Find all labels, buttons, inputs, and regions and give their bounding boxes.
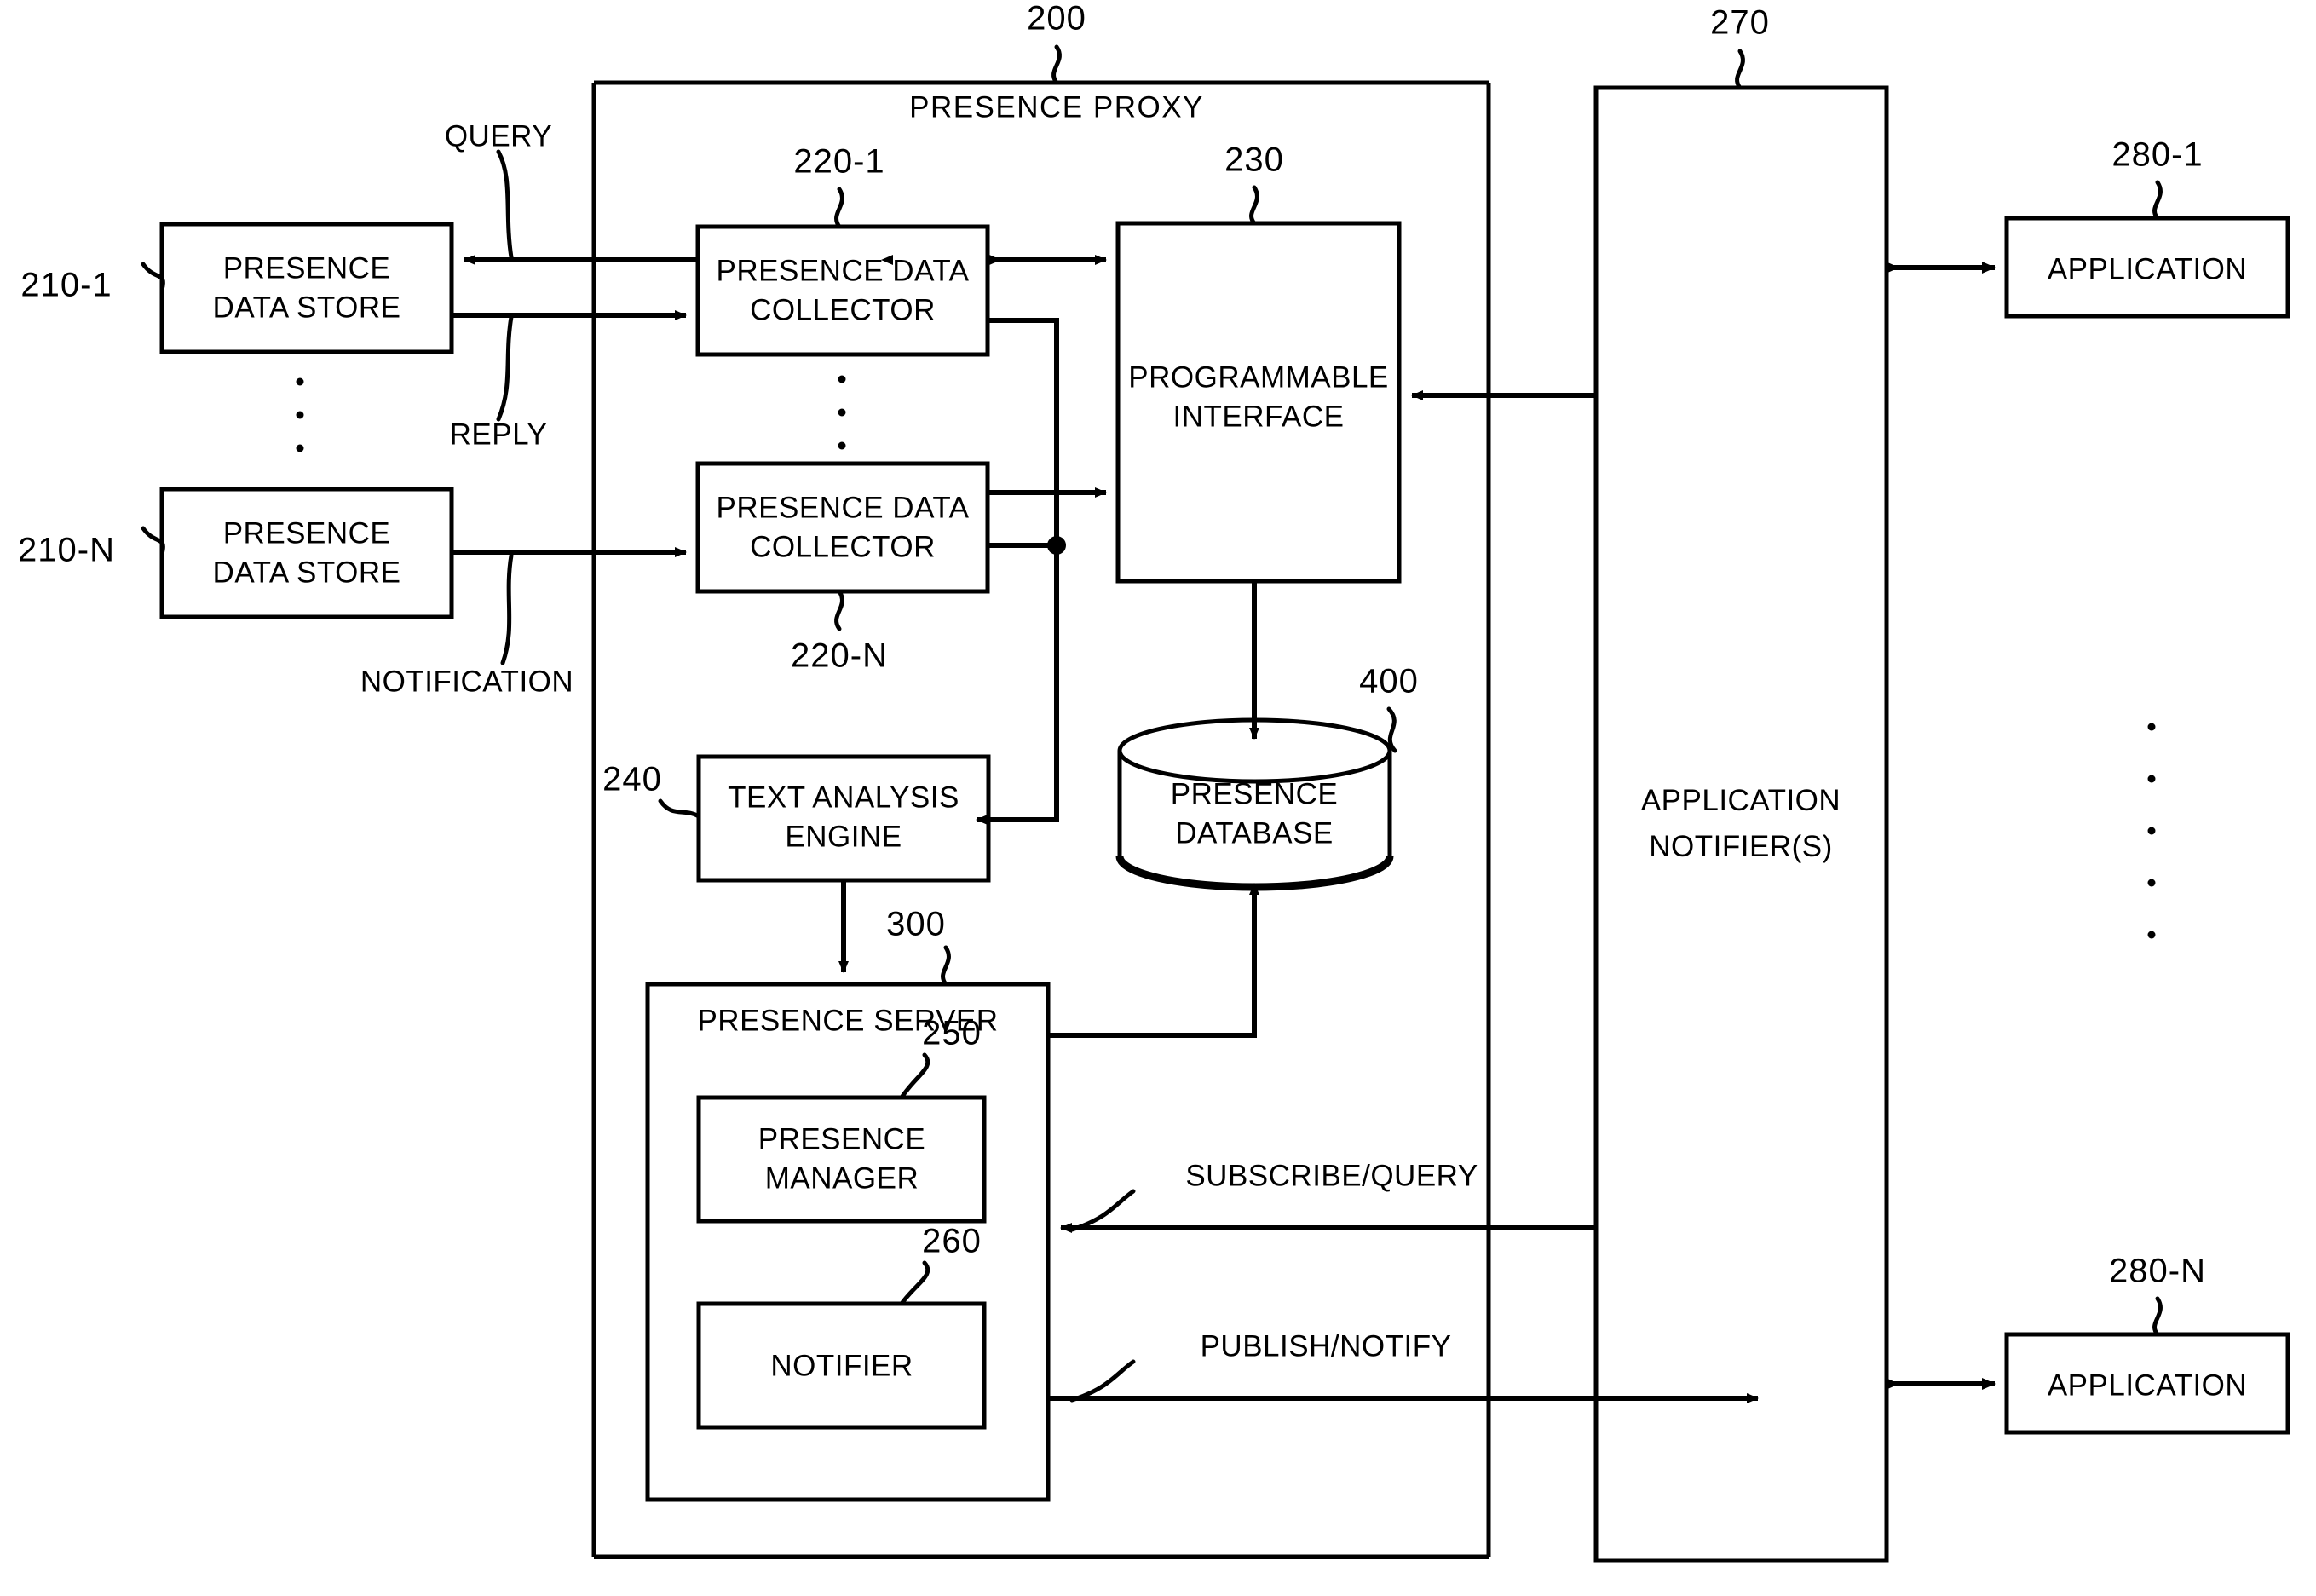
presence-manager-label[interactable]: PRESENCE MANAGER <box>758 1121 926 1198</box>
ref-280-N: 280-N <box>2109 1252 2206 1290</box>
ref-400: 400 <box>1359 662 1419 700</box>
application-n-label[interactable]: APPLICATION <box>2048 1368 2247 1403</box>
diagram-line-layer <box>141 44 2290 1563</box>
application-1-label[interactable]: APPLICATION <box>2048 251 2247 286</box>
leader-240 <box>658 798 701 819</box>
application-notifiers-label[interactable]: APPLICATION NOTIFIER(S) <box>1641 778 1841 871</box>
ref-210-N: 210-N <box>18 531 115 569</box>
presence-proxy-title: PRESENCE PROXY <box>909 90 1204 124</box>
leader-220-1 <box>834 187 844 229</box>
ref-220-N: 220-N <box>791 637 888 675</box>
leader-400 <box>1386 706 1397 753</box>
leader-280-1 <box>2152 180 2163 221</box>
leader-subscribe-query <box>1069 1189 1136 1232</box>
presence-server-border <box>645 982 1051 1502</box>
presence-database-label[interactable]: PRESENCE DATABASE <box>1171 775 1339 853</box>
db-bottom-arc <box>1115 856 1394 891</box>
leader-300 <box>941 945 951 987</box>
ref-200: 200 <box>1027 0 1086 37</box>
notification-label: NOTIFICATION <box>360 665 574 699</box>
leader-230 <box>1249 185 1259 226</box>
query-label: QUERY <box>444 119 553 153</box>
leader-reply <box>496 314 514 422</box>
leader-250 <box>899 1052 930 1100</box>
ref-230: 230 <box>1224 141 1284 179</box>
leader-200 <box>1051 44 1062 85</box>
leader-260 <box>899 1260 930 1306</box>
data-collectors-ellipsis <box>838 375 846 450</box>
ref-300: 300 <box>886 905 946 943</box>
ref-210-1: 210-1 <box>20 266 112 304</box>
text-analysis-engine-label[interactable]: TEXT ANALYSIS ENGINE <box>728 779 959 856</box>
leader-280-N <box>2152 1296 2163 1337</box>
presence-data-collector-1-label[interactable]: PRESENCE DATA COLLECTOR <box>717 252 970 330</box>
leader-publish-notify <box>1069 1359 1136 1403</box>
presence-data-store-n-label[interactable]: PRESENCE DATA STORE <box>213 515 401 592</box>
publish-notify-label: PUBLISH/NOTIFY <box>1200 1329 1452 1363</box>
leader-220-N <box>834 589 844 631</box>
ref-240: 240 <box>602 760 662 798</box>
subscribe-query-label: SUBSCRIBE/QUERY <box>1185 1159 1478 1193</box>
programmable-interface-label[interactable]: PROGRAMMABLE INTERFACE <box>1128 359 1389 436</box>
presence-data-collector-n-label[interactable]: PRESENCE DATA COLLECTOR <box>717 489 970 567</box>
data-stores-ellipsis <box>296 377 304 452</box>
patent-figure-canvas: 200 PRESENCE PROXY 270 APPLICATION NOTIF… <box>0 0 2316 1596</box>
ref-270: 270 <box>1710 3 1770 42</box>
notifier-label[interactable]: NOTIFIER <box>770 1348 913 1383</box>
leader-notification <box>500 553 514 665</box>
ref-280-1: 280-1 <box>2111 135 2204 174</box>
applications-ellipsis <box>2147 723 2156 939</box>
leader-query <box>496 149 514 260</box>
bus-junction-dot <box>1047 536 1066 555</box>
server-to-db-line <box>1048 883 1259 1038</box>
reply-label: REPLY <box>449 418 548 452</box>
ref-250: 250 <box>922 1014 982 1052</box>
ref-260: 260 <box>922 1222 982 1260</box>
presence-data-store-1-label[interactable]: PRESENCE DATA STORE <box>213 250 401 327</box>
ref-220-1: 220-1 <box>793 142 885 181</box>
leader-270 <box>1735 49 1745 90</box>
